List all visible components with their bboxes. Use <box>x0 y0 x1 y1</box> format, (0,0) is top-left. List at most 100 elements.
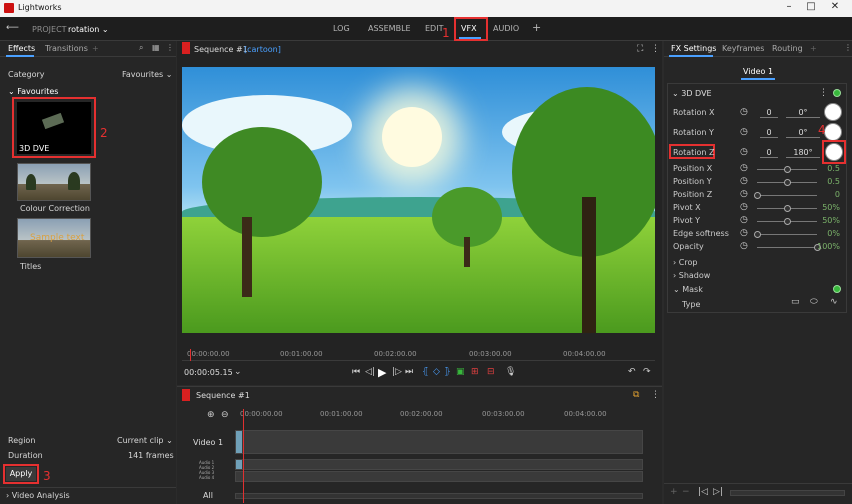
timeline-ruler[interactable]: 00:00:00.00 00:01:00.00 00:02:00.00 00:0… <box>235 409 643 421</box>
tab-assemble[interactable]: ASSEMBLE <box>368 24 411 33</box>
insert-icon[interactable]: ⊞ <box>471 367 479 377</box>
zoom-out-icon[interactable]: ⊖ <box>221 410 229 420</box>
region-dropdown[interactable]: Current clip ⌄ <box>117 436 173 445</box>
go-to-end-icon[interactable]: ⏭ <box>405 367 413 377</box>
rotation-x-turns[interactable]: 0 <box>760 108 778 118</box>
effect-enabled-icon[interactable] <box>833 89 841 97</box>
video-clip[interactable] <box>236 431 242 453</box>
copy-icon[interactable]: ⧉ <box>633 390 639 400</box>
undo-icon[interactable]: ↶ <box>628 367 636 377</box>
mask-section[interactable]: ⌄ Mask <box>673 285 703 294</box>
edge-softness-slider-knob[interactable] <box>754 231 761 238</box>
rotation-x-dial[interactable] <box>824 103 842 121</box>
add-panel-tab-icon[interactable]: + <box>810 44 817 53</box>
tab-audio[interactable]: AUDIO <box>493 24 519 33</box>
search-icon[interactable]: ⌕ <box>139 43 143 53</box>
apply-button[interactable]: Apply <box>6 467 36 481</box>
tab-transitions[interactable]: Transitions <box>45 44 88 53</box>
more-options-icon[interactable]: ⋮ <box>819 88 828 98</box>
timeline-scrollbar[interactable] <box>235 493 643 499</box>
tab-edit[interactable]: EDIT <box>425 24 443 33</box>
keyframe-icon[interactable]: ◷ <box>740 163 748 173</box>
redo-icon[interactable]: ↷ <box>643 367 651 377</box>
more-options-icon[interactable]: ⋮ <box>651 390 660 400</box>
pivot-y-slider-knob[interactable] <box>784 218 791 225</box>
play-icon[interactable]: ▶ <box>378 366 386 379</box>
video-track[interactable] <box>235 430 643 454</box>
mark-in-icon[interactable]: ⦃ <box>422 367 429 377</box>
minimize-icon[interactable]: – <box>782 1 796 12</box>
rotation-x-degrees[interactable]: 0° <box>786 108 820 118</box>
3d-dve-group-header[interactable]: ⌄ 3D DVE <box>672 89 712 98</box>
rotation-y-turns[interactable]: 0 <box>760 128 778 138</box>
video-1-subtab[interactable]: Video 1 <box>743 67 773 76</box>
keyframe-icon[interactable]: ◷ <box>740 107 748 117</box>
more-options-icon[interactable]: ⋮ <box>651 44 660 54</box>
step-forward-icon[interactable]: |▷ <box>392 367 402 377</box>
tab-effects[interactable]: Effects <box>8 44 35 53</box>
keyframe-icon[interactable]: ◷ <box>740 215 748 225</box>
next-keyframe-icon[interactable]: ▷| <box>713 487 723 497</box>
keyframe-icon[interactable]: ◷ <box>740 176 748 186</box>
rotation-y-dial[interactable] <box>824 123 842 141</box>
maximize-icon[interactable]: □ <box>804 1 818 12</box>
keyframe-icon[interactable]: ◷ <box>740 241 748 251</box>
position-x-slider-knob[interactable] <box>784 166 791 173</box>
effect-titles[interactable]: Sample text <box>17 218 91 258</box>
keyframe-icon[interactable]: ◷ <box>740 228 748 238</box>
fullscreen-icon[interactable]: ⛶ <box>637 44 643 54</box>
tab-keyframes[interactable]: Keyframes <box>722 44 764 53</box>
audio-clip[interactable] <box>236 460 242 469</box>
viewer-playhead[interactable] <box>190 349 191 361</box>
prev-keyframe-icon[interactable]: |◁ <box>698 487 708 497</box>
more-options-icon[interactable]: ⋮ <box>166 43 174 52</box>
position-y-slider-knob[interactable] <box>784 179 791 186</box>
viewer-ruler[interactable]: 00:00:00.00 00:01:00.00 00:02:00.00 00:0… <box>182 349 655 361</box>
overwrite-icon[interactable]: ⊟ <box>487 367 495 377</box>
close-icon[interactable]: ✕ <box>828 1 842 12</box>
favourites-section[interactable]: ⌄ Favourites <box>8 87 58 96</box>
grid-view-icon[interactable]: ▦ <box>152 43 160 52</box>
keyframe-icon[interactable]: ◷ <box>740 189 748 199</box>
rectangle-mask-icon[interactable]: ▭ <box>791 297 800 307</box>
pivot-x-slider-knob[interactable] <box>784 205 791 212</box>
remove-keyframe-icon[interactable]: − <box>682 487 690 497</box>
position-z-slider-knob[interactable] <box>754 192 761 199</box>
lock-icon[interactable]: ▣ <box>456 367 465 377</box>
microphone-icon[interactable]: 🎙 <box>505 367 516 377</box>
step-back-icon[interactable]: ◁| <box>365 367 375 377</box>
keyframe-scrollbar[interactable] <box>730 490 845 496</box>
rotation-z-degrees[interactable]: 180° <box>786 148 820 158</box>
rotation-z-dial[interactable] <box>825 143 843 161</box>
crop-section[interactable]: › Crop <box>673 258 697 267</box>
bezier-mask-icon[interactable]: ∿ <box>830 297 838 307</box>
more-options-icon[interactable]: ⋮ <box>844 43 852 52</box>
video-analysis-section[interactable]: › Video Analysis <box>6 491 70 500</box>
audio-track-1-2[interactable] <box>235 459 643 470</box>
ellipse-mask-icon[interactable]: ⬭ <box>810 297 818 307</box>
add-tab-button[interactable]: + <box>532 21 541 34</box>
rotation-z-turns[interactable]: 0 <box>760 148 778 158</box>
category-dropdown[interactable]: Favourites ⌄ <box>122 70 172 79</box>
viewer-timecode[interactable]: 00:00:05.15 <box>184 368 233 377</box>
keyframe-icon[interactable]: ◷ <box>740 147 748 157</box>
mask-enabled-icon[interactable] <box>833 285 841 293</box>
go-to-start-icon[interactable]: ⏮ <box>352 367 360 377</box>
audio-track-3-4[interactable] <box>235 471 643 482</box>
mark-out-icon[interactable]: ⦄ <box>444 367 451 377</box>
shadow-section[interactable]: › Shadow <box>673 271 710 280</box>
chevron-down-icon[interactable]: ⌄ <box>234 367 242 377</box>
zoom-in-icon[interactable]: ⊕ <box>207 410 215 420</box>
add-panel-tab-icon[interactable]: + <box>92 44 99 53</box>
project-name-dropdown[interactable]: rotation ⌄ <box>68 25 109 34</box>
tab-routing[interactable]: Routing <box>772 44 803 53</box>
tab-vfx[interactable]: VFX <box>461 24 477 33</box>
effect-3d-dve[interactable]: 3D DVE <box>17 102 91 154</box>
tab-fx-settings[interactable]: FX Settings <box>671 44 716 53</box>
add-keyframe-icon[interactable]: + <box>670 487 678 497</box>
keyframe-icon[interactable]: ◷ <box>740 127 748 137</box>
timeline-playhead[interactable] <box>243 409 244 503</box>
keyframe-icon[interactable]: ◷ <box>740 202 748 212</box>
rotation-y-degrees[interactable]: 0° <box>786 128 820 138</box>
tab-log[interactable]: LOG <box>333 24 350 33</box>
